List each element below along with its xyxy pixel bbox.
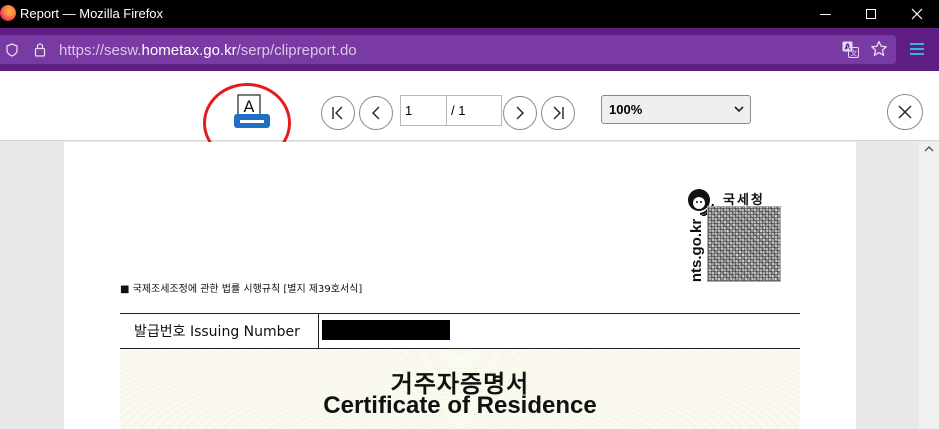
issuing-number-label: 발급번호 Issuing Number — [134, 324, 300, 340]
bookmark-star-icon[interactable] — [870, 40, 888, 58]
agency-domain-text: nts.go.kr — [688, 218, 706, 283]
scroll-up-icon[interactable] — [924, 145, 934, 153]
lock-icon[interactable] — [34, 42, 46, 57]
maximize-icon — [866, 9, 876, 19]
svg-text:文: 文 — [850, 49, 857, 58]
close-report-button[interactable] — [887, 94, 923, 130]
page-navigator: 1 / 1 — [400, 95, 502, 126]
firefox-logo-icon — [0, 5, 16, 21]
close-icon — [911, 8, 923, 20]
agency-domain: nts.go.kr — [683, 219, 705, 282]
url-prefix: https://sesw. — [59, 42, 142, 59]
vertical-scrollbar[interactable] — [919, 142, 939, 429]
redacted-issuing-number — [322, 320, 450, 340]
form-reference: ■ 국제조세조정에 관한 법률 시행규칙 [별지 제39호서식] — [120, 284, 363, 295]
window-title: Report — Mozilla Firefox — [20, 6, 164, 21]
chevron-down-icon — [734, 106, 744, 113]
last-page-button[interactable] — [541, 96, 575, 130]
chevron-left-icon — [372, 106, 380, 120]
navigation-bar: https://sesw.hometax.go.kr/serp/cliprepo… — [0, 28, 939, 71]
first-page-button[interactable] — [321, 96, 355, 130]
chevron-right-icon — [516, 106, 524, 120]
hamburger-menu-icon[interactable] — [910, 43, 924, 55]
translate-icon[interactable]: A文 — [842, 41, 859, 58]
total-pages: / 1 — [451, 103, 466, 118]
shield-icon[interactable] — [6, 43, 18, 57]
qr-code — [707, 206, 781, 282]
first-page-icon — [332, 106, 343, 120]
url-text[interactable]: https://sesw.hometax.go.kr/serp/cliprepo… — [59, 42, 357, 59]
previous-page-button[interactable] — [359, 96, 393, 130]
title-bar: Report — Mozilla Firefox — [0, 0, 939, 28]
window-close-button[interactable] — [894, 0, 939, 28]
certificate-title-english: Certificate of Residence — [323, 392, 597, 419]
minimize-icon — [819, 13, 831, 15]
url-domain: hometax.go.kr — [141, 42, 237, 59]
table-cell-divider — [318, 313, 319, 348]
current-page-input[interactable]: 1 — [401, 96, 447, 125]
table-border-top — [120, 313, 800, 314]
close-icon — [898, 105, 912, 119]
next-page-button[interactable] — [503, 96, 537, 130]
maximize-button[interactable] — [848, 0, 894, 28]
zoom-value: 100% — [609, 102, 643, 117]
last-page-icon — [553, 106, 564, 120]
minimize-button[interactable] — [802, 0, 848, 28]
url-path: /serp/clipreport.do — [236, 42, 357, 59]
report-toolbar: A 1 / 1 100% — [0, 71, 939, 163]
zoom-select[interactable]: 100% — [601, 95, 751, 124]
